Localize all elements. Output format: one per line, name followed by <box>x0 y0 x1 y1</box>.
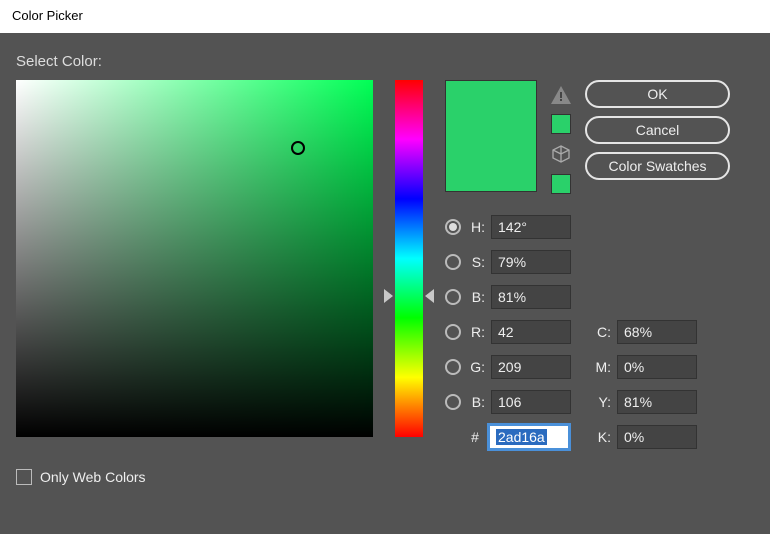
r-label: R: <box>467 324 485 340</box>
sb-cursor <box>291 141 305 155</box>
color-swatches-button[interactable]: Color Swatches <box>585 152 730 180</box>
new-color-swatch <box>446 81 536 136</box>
saturation-radio[interactable] <box>445 254 461 270</box>
rgb-b-input[interactable]: 106 <box>491 390 571 414</box>
hue-radio[interactable] <box>445 219 461 235</box>
red-radio[interactable] <box>445 324 461 340</box>
r-input[interactable]: 42 <box>491 320 571 344</box>
current-color-swatch[interactable] <box>446 136 536 191</box>
y-input[interactable]: 81% <box>617 390 697 414</box>
gamut-warning-icon[interactable] <box>551 86 571 104</box>
k-label: K: <box>591 429 611 445</box>
brightness-radio[interactable] <box>445 289 461 305</box>
m-input[interactable]: 0% <box>617 355 697 379</box>
color-preview <box>445 80 537 192</box>
h-label: H: <box>467 219 485 235</box>
websafe-swatch[interactable] <box>551 174 571 194</box>
window-title: Color Picker <box>0 0 770 33</box>
ok-button[interactable]: OK <box>585 80 730 108</box>
hue-slider[interactable] <box>395 80 423 437</box>
k-input[interactable]: 0% <box>617 425 697 449</box>
y-label: Y: <box>591 394 611 410</box>
hsb-b-label: B: <box>467 289 485 305</box>
g-input[interactable]: 209 <box>491 355 571 379</box>
web-colors-label: Only Web Colors <box>40 469 146 485</box>
hsb-b-input[interactable]: 81% <box>491 285 571 309</box>
g-label: G: <box>467 359 485 375</box>
s-input[interactable]: 79% <box>491 250 571 274</box>
m-label: M: <box>591 359 611 375</box>
cancel-button[interactable]: Cancel <box>585 116 730 144</box>
saturation-brightness-field[interactable] <box>16 80 373 437</box>
web-colors-checkbox[interactable] <box>16 469 32 485</box>
c-label: C: <box>591 324 611 340</box>
hex-hash: # <box>467 429 483 445</box>
gamut-swatch[interactable] <box>551 114 571 134</box>
green-radio[interactable] <box>445 359 461 375</box>
hue-indicator-right <box>425 289 434 303</box>
blue-radio[interactable] <box>445 394 461 410</box>
websafe-cube-icon[interactable] <box>551 144 571 164</box>
h-input[interactable]: 142° <box>491 215 571 239</box>
hue-indicator-left <box>384 289 393 303</box>
c-input[interactable]: 68% <box>617 320 697 344</box>
hex-input[interactable]: 2ad16a <box>489 425 569 449</box>
color-picker-panel: Select Color: <box>0 33 770 534</box>
s-label: S: <box>467 254 485 270</box>
rgb-b-label: B: <box>467 394 485 410</box>
select-color-label: Select Color: <box>16 53 754 70</box>
